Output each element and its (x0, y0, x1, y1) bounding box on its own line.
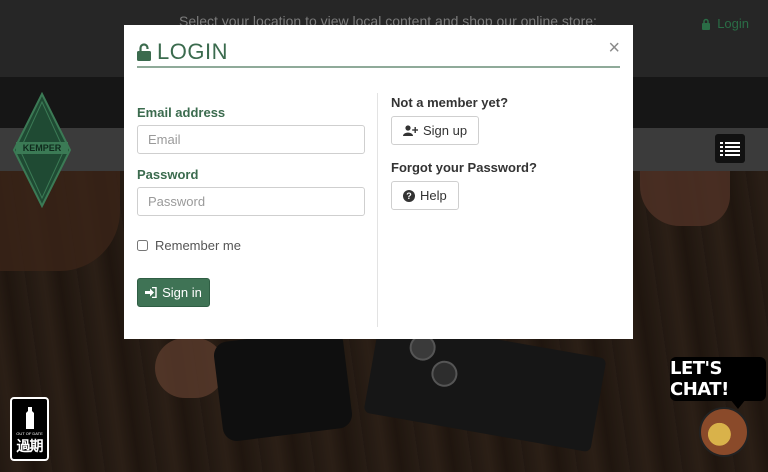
kemper-logo-shape: KEMPER (12, 91, 72, 209)
sign-in-label: Sign in (162, 285, 202, 300)
column-divider (377, 93, 378, 327)
login-modal: LOGIN × Email address Password Remember … (124, 25, 633, 339)
user-plus-icon (403, 125, 418, 136)
password-label: Password (137, 167, 199, 182)
lock-icon (702, 18, 711, 30)
hamburger-menu-icon (720, 141, 740, 156)
sign-in-button[interactable]: Sign in (137, 278, 210, 307)
help-button[interactable]: ? Help (391, 181, 459, 210)
account-help-column: Not a member yet? Sign up Forgot your Pa… (391, 95, 537, 210)
close-icon[interactable]: × (608, 38, 620, 58)
email-label: Email address (137, 105, 226, 120)
svg-text:?: ? (406, 191, 412, 201)
login-form: Email address Password (137, 105, 367, 216)
remember-me-checkbox[interactable] (137, 240, 148, 251)
out-of-date-badge: OUT OF DATE 過期 (10, 397, 49, 461)
sign-up-label: Sign up (423, 123, 468, 138)
bottle-icon (25, 407, 34, 429)
not-member-title: Not a member yet? (391, 95, 509, 110)
badge-text: 過期 (16, 438, 44, 454)
hero-phone (212, 327, 354, 443)
sign-up-button[interactable]: Sign up (391, 116, 480, 145)
remember-me[interactable]: Remember me (137, 238, 241, 253)
kemper-logo-text: KEMPER (23, 143, 62, 153)
top-login-link[interactable]: Login (701, 16, 749, 31)
chat-bubble[interactable]: LET'S CHAT! (670, 357, 766, 401)
chat-avatar[interactable] (699, 407, 749, 457)
hamburger-menu-button[interactable] (715, 134, 745, 163)
question-circle-icon: ? (403, 189, 415, 202)
chat-label: LET'S CHAT! (670, 358, 729, 400)
help-label: Help (420, 188, 447, 203)
top-login-label: Login (717, 16, 749, 31)
lock-open-icon (137, 43, 151, 61)
modal-header: LOGIN × (137, 38, 620, 68)
kemper-logo[interactable]: KEMPER (12, 91, 72, 209)
password-field[interactable] (137, 187, 365, 216)
remember-me-label: Remember me (155, 238, 241, 253)
email-field[interactable] (137, 125, 365, 154)
modal-title-text: LOGIN (157, 39, 228, 64)
forgot-password-title: Forgot your Password? (391, 160, 537, 175)
sign-in-icon (145, 287, 157, 298)
modal-title: LOGIN (137, 39, 228, 65)
